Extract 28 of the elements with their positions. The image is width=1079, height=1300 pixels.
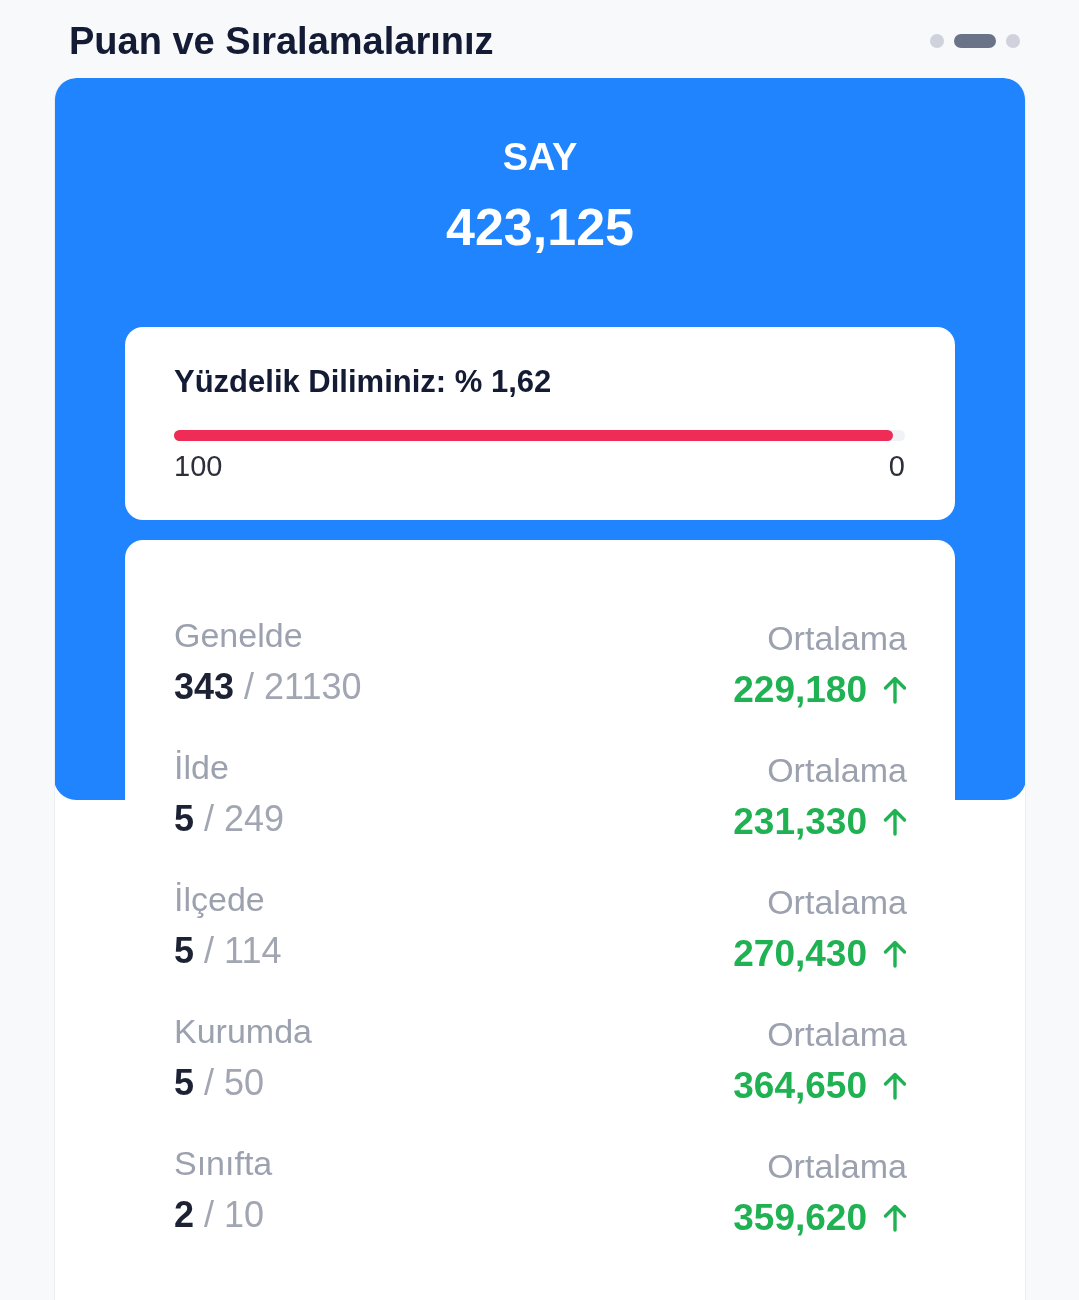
rank-value: 5 / 50	[174, 1061, 266, 1105]
ranking-label: İlde	[174, 747, 230, 787]
average-label: Ortalama	[767, 618, 907, 658]
percentile-label: Yüzdelik Diliminiz: % 1,62	[174, 364, 553, 400]
scale-max-label: 0	[888, 450, 905, 482]
average-value: 359,620	[733, 1196, 867, 1240]
score-value: 423,125	[446, 197, 634, 257]
section-title: Puan ve Sıralamalarınız	[69, 19, 494, 64]
score-type: SAY	[502, 135, 578, 180]
average-label: Ortalama	[767, 750, 907, 790]
average-value: 270,430	[733, 932, 867, 976]
average-value: 231,330	[733, 800, 867, 844]
rank-value: 343 / 21130	[174, 665, 362, 709]
pager-dot-icon[interactable]	[930, 34, 944, 48]
rank-value: 2 / 10	[174, 1193, 266, 1237]
pager-dot-icon[interactable]	[1006, 34, 1020, 48]
average-label: Ortalama	[767, 1014, 907, 1054]
rank-value: 5 / 114	[174, 929, 282, 973]
rank-value: 5 / 249	[174, 797, 285, 841]
scale-min-label: 100	[174, 450, 223, 482]
ranking-label: Sınıfta	[174, 1143, 273, 1183]
average-value: 364,650	[733, 1064, 867, 1108]
ranking-label: İlçede	[174, 879, 266, 919]
average-value: 229,180	[733, 668, 867, 712]
average-label: Ortalama	[767, 1146, 907, 1186]
ranking-label: Genelde	[174, 615, 304, 655]
average-label: Ortalama	[767, 882, 907, 922]
ranking-label: Kurumda	[174, 1011, 312, 1051]
